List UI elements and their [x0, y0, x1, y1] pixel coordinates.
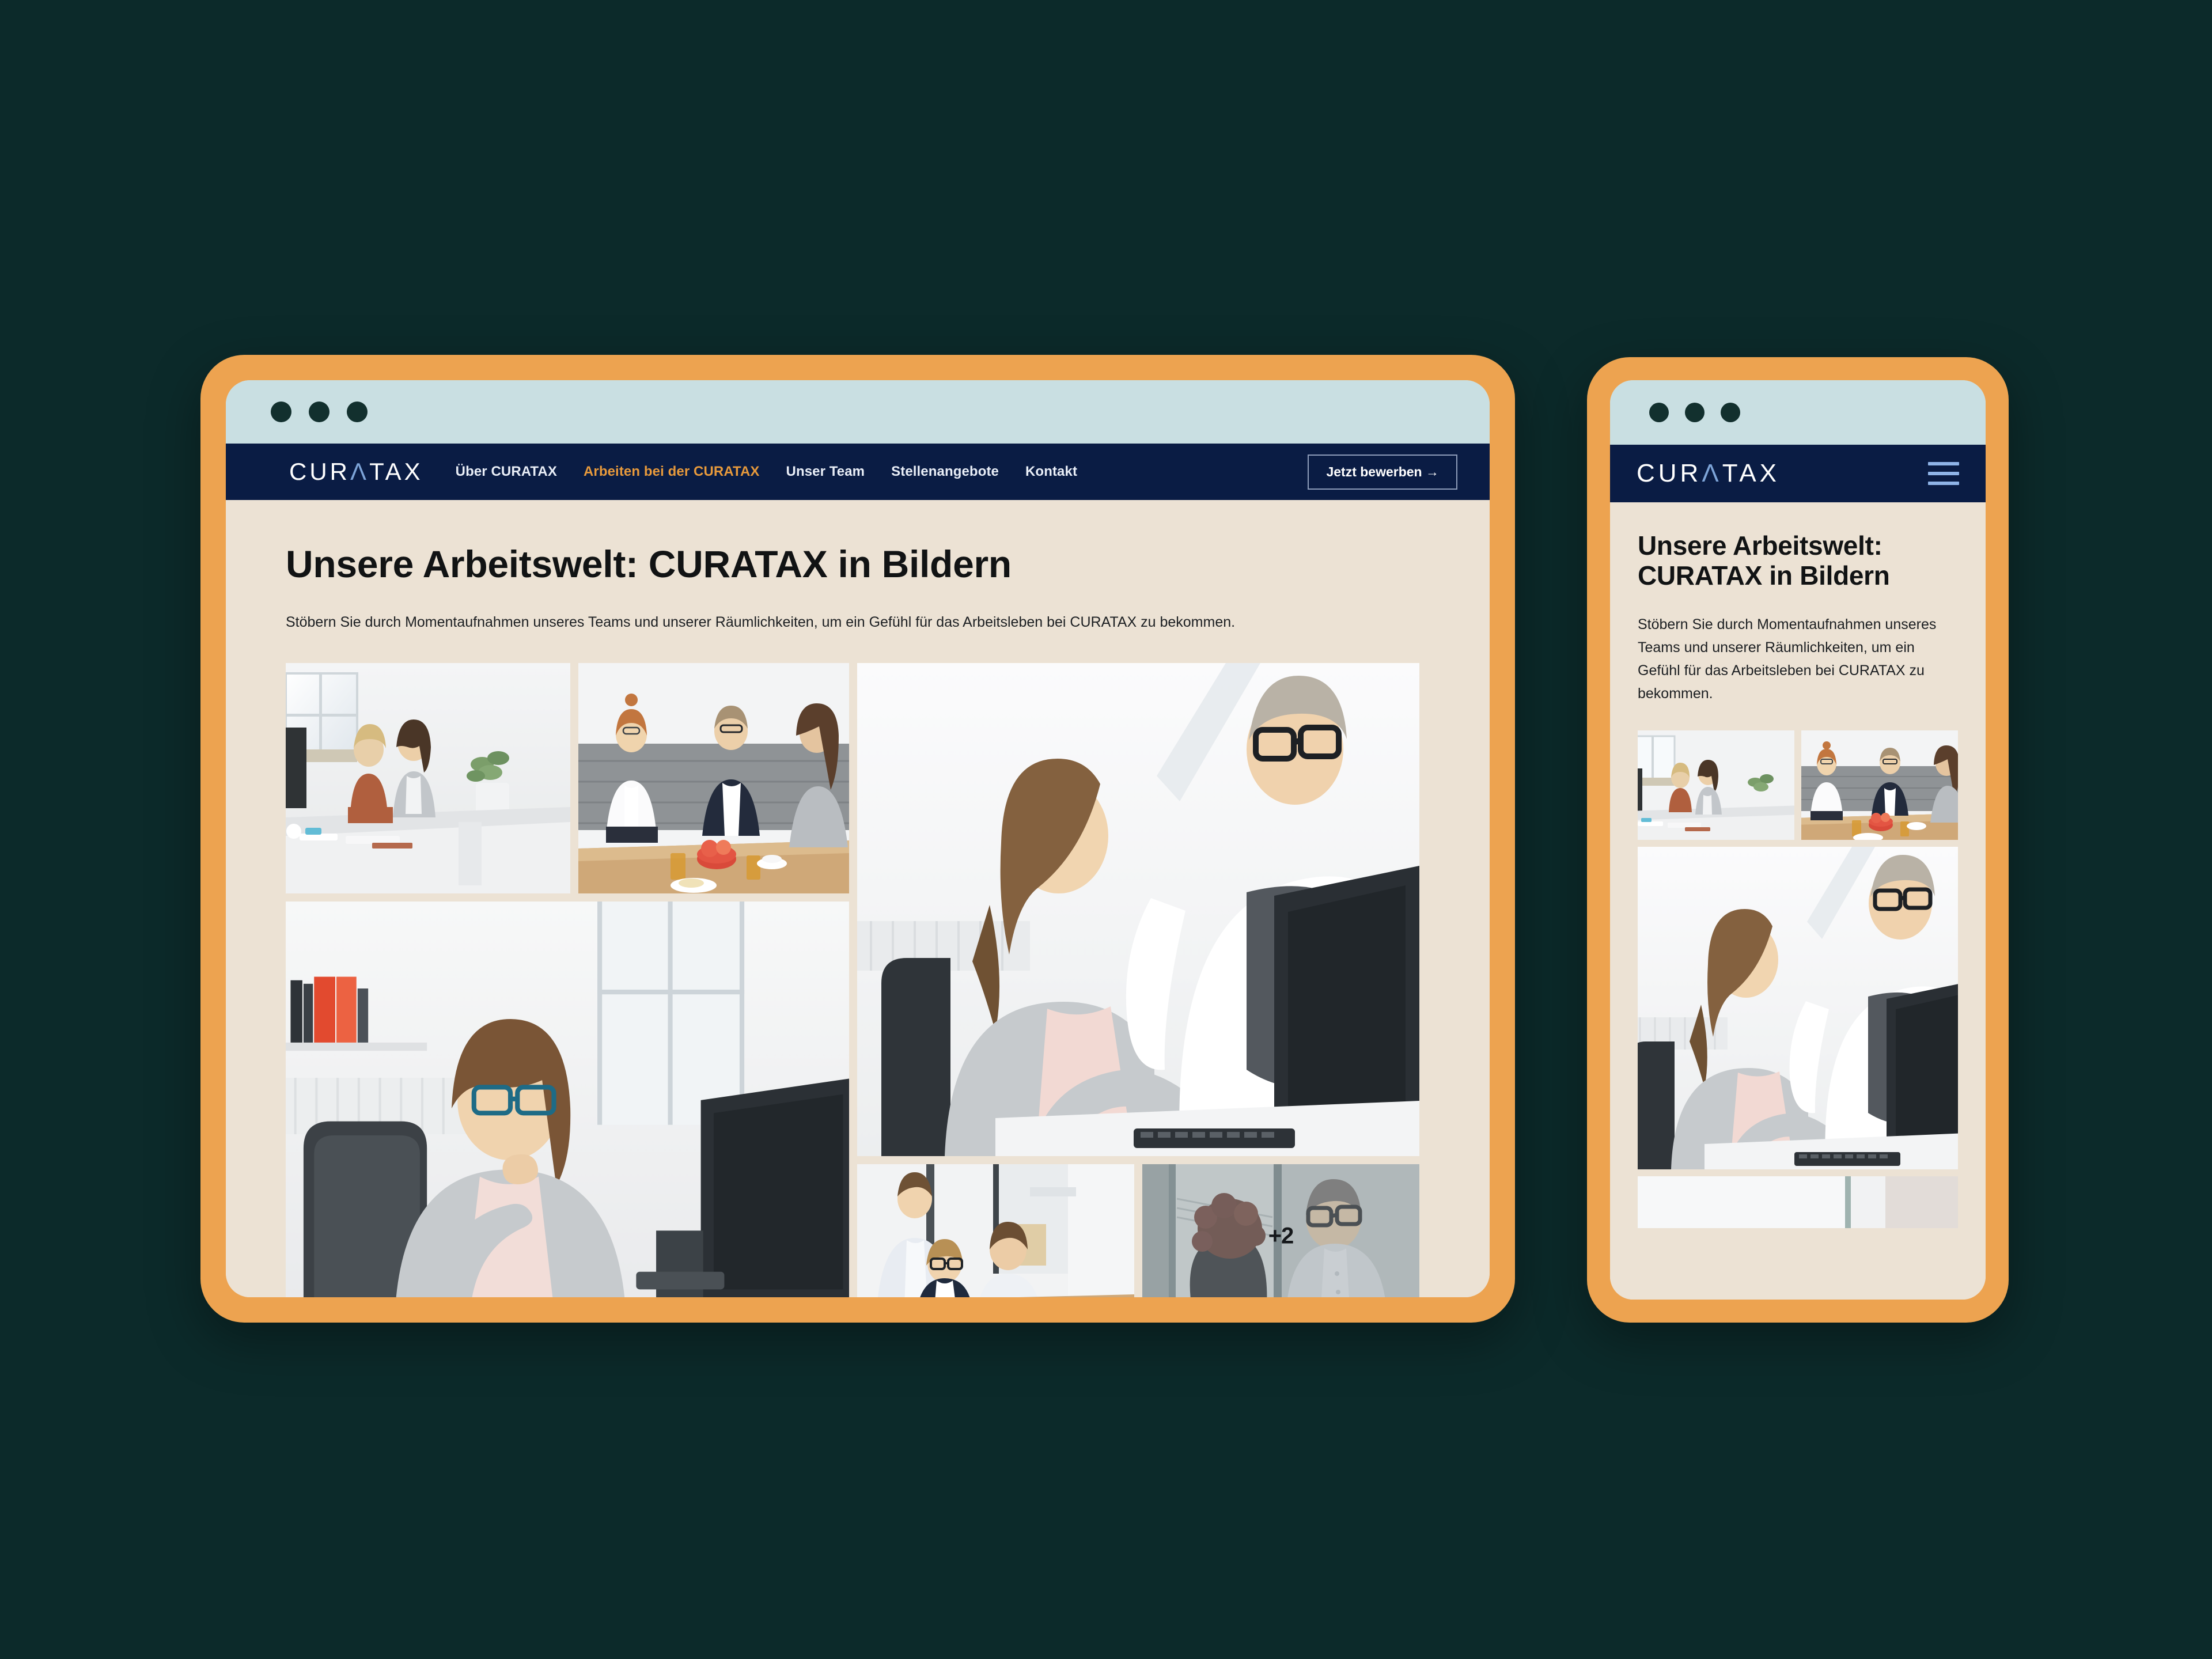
- screenshot-stage: CUR Λ TAX Über CURATAX Arbeiten bei der CU…: [0, 0, 2212, 1659]
- desktop-site-navbar: CUR Λ TAX Über CURATAX Arbeiten bei der CU…: [226, 444, 1490, 500]
- mobile-photo-gallery-grid: [1638, 730, 1958, 1228]
- brand-logo-mark-icon: Λ: [350, 458, 370, 485]
- nav-item-kontakt[interactable]: Kontakt: [1025, 464, 1077, 480]
- apply-now-button[interactable]: Jetzt bewerben →: [1308, 454, 1457, 490]
- brand-logo[interactable]: CUR Λ TAX: [1637, 459, 1780, 488]
- window-close-dot[interactable]: [271, 402, 291, 422]
- gallery-photo-team-lunch[interactable]: [1801, 730, 1958, 840]
- nav-item-stellenangebote[interactable]: Stellenangebote: [891, 464, 999, 480]
- window-maximize-dot[interactable]: [347, 402, 368, 422]
- gallery-photo-three-colleagues[interactable]: [857, 1164, 1134, 1297]
- brand-logo-mark-icon: Λ: [1702, 459, 1722, 487]
- more-photos-badge: +2: [1268, 1223, 1294, 1249]
- gallery-photo-colleagues-monitor[interactable]: [857, 663, 1419, 1157]
- page-subtitle: Stöbern Sie durch Momentaufnahmen unsere…: [1638, 616, 1937, 702]
- primary-navigation: Über CURATAX Arbeiten bei der CURATAX Un…: [456, 464, 1077, 480]
- brand-logo[interactable]: CUR Λ TAX: [289, 458, 423, 486]
- mobile-page-content: Unsere Arbeitswelt: CURATAX in Bildern S…: [1610, 502, 1986, 1300]
- brand-logo-suffix: TAX: [369, 458, 423, 485]
- mobile-titlebar: [1610, 380, 1986, 445]
- photo-illustration-team-lunch: [578, 663, 849, 894]
- page-subtitle: Stöbern Sie durch Momentaufnahmen unsere…: [286, 613, 1236, 630]
- mobile-device-frame: CUR Λ TAX Unsere Arbeitswelt: CURATAX in B…: [1587, 357, 2009, 1323]
- desktop-browser-frame: CUR Λ TAX Über CURATAX Arbeiten bei der CU…: [200, 355, 1515, 1323]
- window-minimize-dot[interactable]: [309, 402, 329, 422]
- page-title: Unsere Arbeitswelt: CURATAX in Bildern: [286, 543, 1012, 585]
- photo-illustration-three-colleagues: [857, 1164, 1134, 1297]
- nav-item-unser-team[interactable]: Unser Team: [786, 464, 865, 480]
- mobile-site-navbar: CUR Λ TAX: [1610, 445, 1986, 502]
- gallery-bottom-row: +2: [857, 1164, 1419, 1297]
- brand-logo-prefix: CUR: [1637, 459, 1702, 487]
- photo-illustration-office-window: [286, 663, 570, 894]
- desktop-screen: CUR Λ TAX Über CURATAX Arbeiten bei der CU…: [226, 380, 1490, 1297]
- gallery-photo-colleagues-monitor[interactable]: [1638, 846, 1958, 1169]
- photo-illustration-team-lunch: [1801, 730, 1958, 840]
- mobile-screen: CUR Λ TAX Unsere Arbeitswelt: CURATAX in B…: [1610, 380, 1986, 1300]
- photo-illustration-colleagues-at-monitor: [1638, 846, 1958, 1169]
- gallery-photo-hallway-chat[interactable]: +2: [1142, 1164, 1419, 1297]
- window-close-dot[interactable]: [1649, 403, 1669, 422]
- brand-logo-suffix: TAX: [1722, 459, 1781, 487]
- photo-gallery-grid: +2: [286, 663, 1430, 1297]
- nav-item-ueber-curatax[interactable]: Über CURATAX: [456, 464, 557, 480]
- desktop-titlebar: [226, 380, 1490, 444]
- nav-item-arbeiten-bei-der-curatax[interactable]: Arbeiten bei der CURATAX: [584, 464, 760, 480]
- window-minimize-dot[interactable]: [1685, 403, 1705, 422]
- brand-logo-prefix: CUR: [289, 458, 350, 485]
- page-title: Unsere Arbeitswelt: CURATAX in Bildern: [1638, 531, 1890, 590]
- gallery-photo-woman-glasses-desk[interactable]: [286, 902, 849, 1297]
- photo-illustration-woman-at-desk: [286, 902, 849, 1297]
- gallery-photo-two-women-desk[interactable]: [1638, 730, 1794, 840]
- photo-illustration-colleagues-at-monitor: [857, 663, 1419, 1157]
- desktop-page-content: Unsere Arbeitswelt: CURATAX in Bildern S…: [226, 500, 1490, 1297]
- gallery-photo-partial-bottom[interactable]: [1638, 1176, 1958, 1228]
- gallery-photo-team-lunch[interactable]: [578, 663, 849, 894]
- photo-illustration-office-partial: [1638, 1176, 1958, 1228]
- hamburger-icon[interactable]: [1928, 462, 1959, 485]
- window-maximize-dot[interactable]: [1721, 403, 1740, 422]
- gallery-photo-two-women-desk[interactable]: [286, 663, 570, 894]
- photo-illustration-office-window: [1638, 730, 1794, 840]
